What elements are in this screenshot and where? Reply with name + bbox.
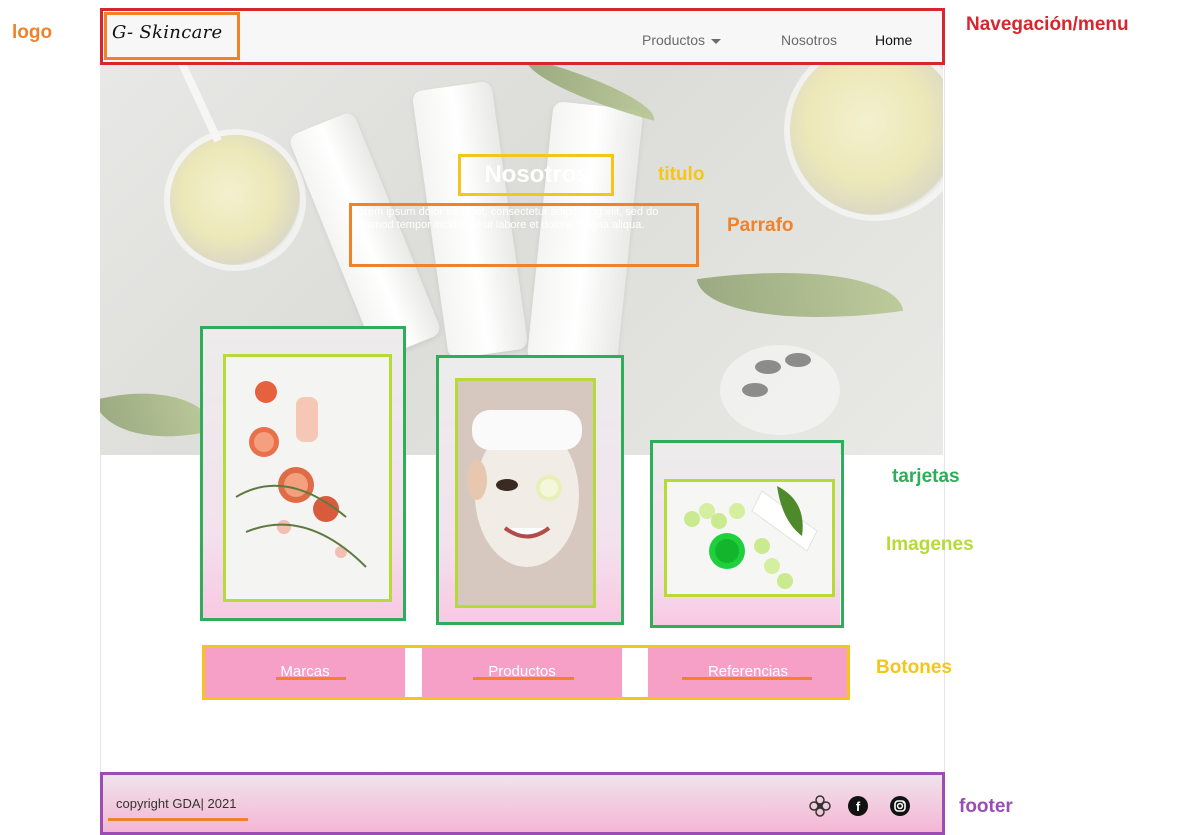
nav-annotation-label: Navegación/menu [966,14,1129,35]
title-annotation-label: titulo [658,164,705,185]
pipette-decor [176,65,222,143]
petri-dish-decor [170,135,300,265]
leaf-decor [100,371,216,455]
cards-annotation-label: tarjetas [892,466,960,487]
logo-annotation-label: logo [12,22,53,43]
image-annotation-box [455,378,596,608]
leaf-decor [696,251,904,339]
title-annotation-box [458,154,614,196]
image-annotation-box [223,354,392,602]
images-annotation-label: Imagenes [886,534,974,555]
pebble-decor [785,353,811,367]
pebble-decor [755,360,781,374]
logo-annotation-box [104,12,240,60]
dish-decor [720,345,840,435]
paragraph-annotation-box [349,203,699,267]
buttons-annotation-box [202,645,850,700]
pebble-decor [742,383,768,397]
buttons-annotation-label: Botones [876,657,952,678]
footer-annotation-box [100,772,945,835]
paragraph-annotation-label: Parrafo [727,215,794,236]
petri-dish-decor [790,65,943,215]
footer-annotation-label: footer [959,796,1013,817]
image-annotation-box [664,479,835,597]
